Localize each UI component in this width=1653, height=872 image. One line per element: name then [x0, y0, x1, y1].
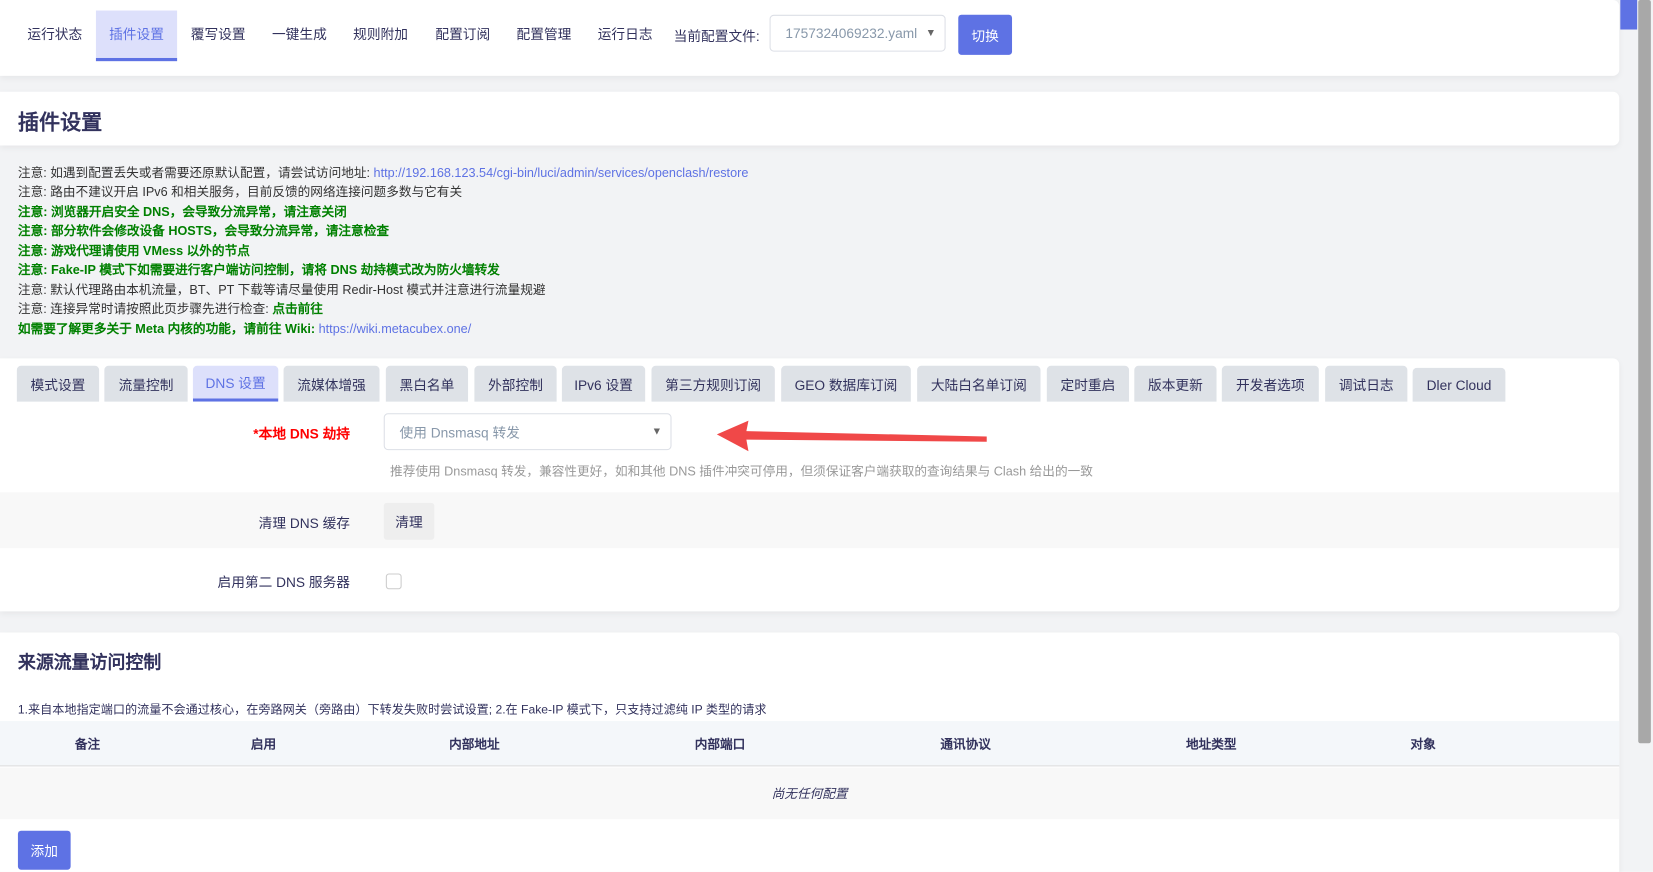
tab-streaming[interactable]: 流媒体增强 — [283, 365, 380, 402]
dns-hijack-label: *本地 DNS 劫持 — [253, 425, 350, 442]
tab-dler[interactable]: Dler Cloud — [1412, 367, 1506, 402]
tab-third-party[interactable]: 第三方规则订阅 — [651, 365, 775, 402]
tab-developer[interactable]: 开发者选项 — [1221, 365, 1319, 402]
note-game: 注意: 游戏代理请使用 VMess 以外的节点 — [17, 243, 250, 259]
note-fakeip: 注意: Fake-IP 模式下如需要进行客户端访问控制，请将 DNS 劫持模式改… — [17, 262, 500, 278]
acl-description: 1.来自本地指定端口的流量不会通过核心，在旁路网关（旁路由）下转发失败时尝试设置… — [17, 704, 767, 717]
acl-title: 来源流量访问控制 — [17, 652, 162, 673]
add-button[interactable]: 添加 — [17, 830, 71, 870]
chevron-down-icon: ▼ — [925, 27, 937, 40]
top-nav: 运行状态 插件设置 覆写设置 一键生成 规则附加 配置订阅 配置管理 运行日志 … — [0, 0, 1620, 76]
flush-dns-button[interactable]: 清理 — [383, 502, 435, 540]
dns-hijack-hint: 推荐使用 Dnsmasq 转发，兼容性更好，如和其他 DNS 插件冲突可停用，但… — [390, 463, 1093, 479]
note-default-proxy: 注意: 默认代理路由本机流量，BT、PT 下载等请尽量使用 Redir-Host… — [17, 282, 546, 298]
second-dns-checkbox[interactable] — [385, 573, 402, 590]
dns-hijack-value: 使用 Dnsmasq 转发 — [399, 424, 520, 441]
switch-button[interactable]: 切换 — [958, 14, 1013, 55]
nav-config-manage[interactable]: 配置管理 — [507, 11, 581, 62]
tab-debug[interactable]: 调试日志 — [1325, 365, 1408, 402]
nav-logs[interactable]: 运行日志 — [588, 11, 662, 62]
wiki-link[interactable]: https://wiki.metacubex.one/ — [319, 322, 472, 337]
nav-rules-append[interactable]: 规则附加 — [344, 11, 418, 62]
chevron-down-icon: ▼ — [651, 425, 663, 438]
tab-update[interactable]: 版本更新 — [1134, 365, 1217, 402]
col-remark: 备注 — [74, 736, 101, 752]
note-secure-dns: 注意: 浏览器开启安全 DNS，会导致分流异常，请注意关闭 — [17, 204, 347, 220]
scrollbar-track[interactable] — [1638, 0, 1651, 744]
config-file-select[interactable]: 1757324069232.yaml ▼ — [769, 14, 946, 52]
col-internal-address: 内部地址 — [449, 736, 500, 752]
config-file-value: 1757324069232.yaml — [785, 25, 918, 42]
col-object: 对象 — [1410, 736, 1436, 752]
flush-dns-label: 清理 DNS 缓存 — [258, 515, 350, 532]
nav-one-click[interactable]: 一键生成 — [262, 11, 336, 62]
tab-cn-whitelist[interactable]: 大陆白名单订阅 — [917, 365, 1041, 402]
red-arrow-annotation — [716, 420, 987, 452]
tab-external[interactable]: 外部控制 — [474, 365, 557, 402]
col-internal-port: 内部端口 — [694, 736, 746, 752]
nav-overwrite[interactable]: 覆写设置 — [181, 11, 255, 62]
tab-dns[interactable]: DNS 设置 — [192, 365, 279, 402]
page-title: 插件设置 — [17, 111, 103, 135]
tab-restart[interactable]: 定时重启 — [1046, 365, 1130, 402]
dns-hijack-select[interactable]: 使用 Dnsmasq 转发 ▼ — [383, 413, 672, 451]
col-protocol: 通讯协议 — [940, 736, 991, 752]
nav-plugin-settings[interactable]: 插件设置 — [95, 10, 178, 62]
second-dns-label: 启用第二 DNS 服务器 — [217, 574, 350, 591]
acl-empty-row: 尚无任何配置 — [0, 767, 1620, 820]
note-check: 注意: 连接异常时请按照此页步骤先进行检查: 点击前往 — [17, 301, 323, 317]
acl-table-header — [0, 721, 1620, 767]
note-restore: 注意: 如遇到配置丢失或者需要还原默认配置，请尝试访问地址: http://19… — [17, 165, 749, 181]
note-wiki: 如需要了解更多关于 Meta 内核的功能，请前往 Wiki: https://w… — [17, 321, 472, 337]
note-hosts: 注意: 部分软件会修改设备 HOSTS，会导致分流异常，请注意检查 — [17, 223, 390, 239]
config-file-label: 当前配置文件: — [673, 28, 760, 45]
restore-link[interactable]: http://192.168.123.54/cgi-bin/luci/admin… — [374, 166, 749, 181]
tab-blackwhite[interactable]: 黑白名单 — [385, 365, 469, 402]
tab-traffic[interactable]: 流量控制 — [104, 365, 188, 402]
tab-mode[interactable]: 模式设置 — [16, 365, 100, 402]
col-enable: 启用 — [250, 736, 277, 752]
check-link[interactable]: 点击前往 — [272, 302, 323, 317]
scrollbar-thumb[interactable] — [1620, 0, 1638, 30]
tab-ipv6[interactable]: IPv6 设置 — [561, 365, 646, 402]
title-card: 插件设置 — [0, 91, 1620, 146]
col-address-type: 地址类型 — [1185, 736, 1237, 752]
note-ipv6: 注意: 路由不建议开启 IPv6 和相关服务，目前反馈的网络连接问题多数与它有关 — [17, 184, 463, 200]
tab-geo[interactable]: GEO 数据库订阅 — [781, 365, 911, 402]
nav-status[interactable]: 运行状态 — [18, 11, 92, 62]
nav-config-subscribe[interactable]: 配置订阅 — [426, 11, 500, 62]
